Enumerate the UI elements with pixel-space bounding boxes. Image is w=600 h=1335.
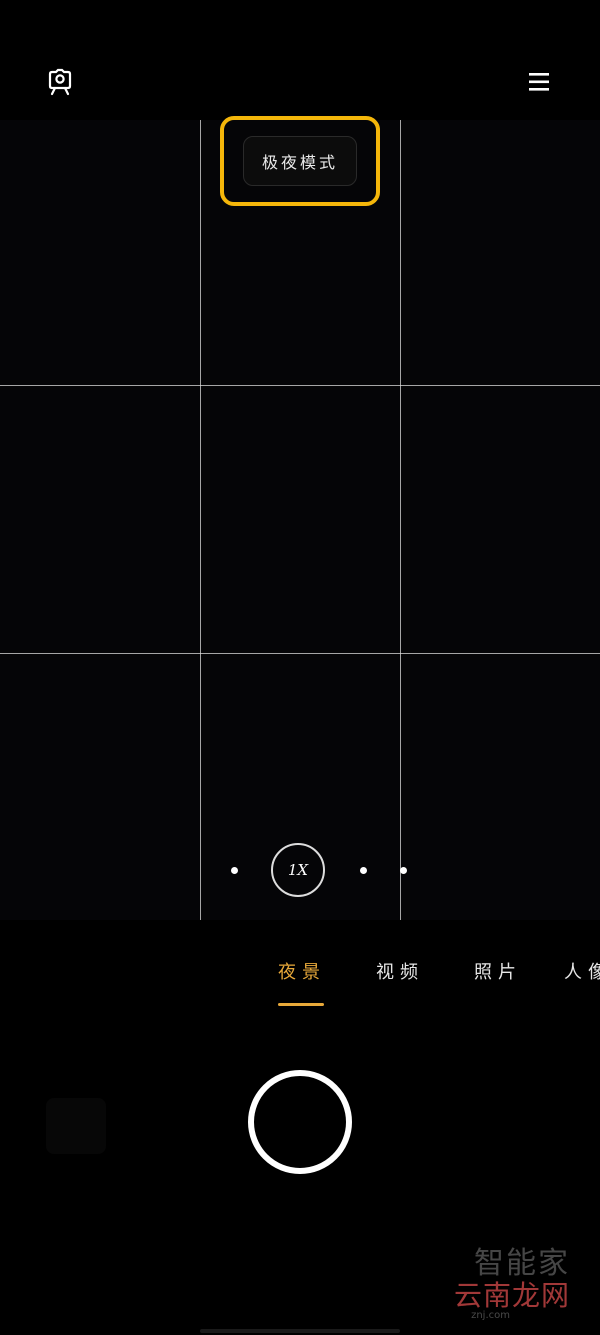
mode-tabs: 夜景 视频 照片 人像 xyxy=(0,950,600,1010)
menu-icon[interactable] xyxy=(519,62,559,102)
zoom-level-button[interactable]: 1X xyxy=(271,843,325,897)
tab-video[interactable]: 视频 xyxy=(376,958,424,984)
watermark-line2-text: 云南龙网 xyxy=(453,1279,570,1312)
tab-portrait[interactable]: 人像 xyxy=(564,958,600,984)
tab-night[interactable]: 夜景 xyxy=(278,958,326,984)
grid-line xyxy=(400,120,401,920)
viewfinder[interactable] xyxy=(0,120,600,920)
shutter-button[interactable] xyxy=(248,1070,352,1174)
tab-photo[interactable]: 照片 xyxy=(474,958,522,984)
zoom-controls: 1X xyxy=(0,843,600,899)
grid-line xyxy=(200,120,201,920)
zoom-dot[interactable] xyxy=(231,867,238,874)
night-mode-indicator[interactable]: 极夜模式 xyxy=(243,136,357,186)
top-bar xyxy=(0,0,600,120)
watermark-url: znj.com xyxy=(471,1310,510,1321)
zoom-dot[interactable] xyxy=(400,867,407,874)
active-tab-indicator xyxy=(278,1003,324,1006)
zoom-dot[interactable] xyxy=(360,867,367,874)
grid-line xyxy=(0,385,600,386)
gallery-thumbnail[interactable] xyxy=(46,1098,106,1154)
watermark: 智能家 云南龙网 znj.com xyxy=(454,1238,570,1321)
grid-line xyxy=(0,653,600,654)
camera-settings-icon[interactable] xyxy=(40,62,80,102)
home-indicator[interactable] xyxy=(200,1329,400,1333)
watermark-line1: 智能家 xyxy=(474,1246,570,1281)
watermark-line2: 云南龙网 xyxy=(454,1274,570,1314)
